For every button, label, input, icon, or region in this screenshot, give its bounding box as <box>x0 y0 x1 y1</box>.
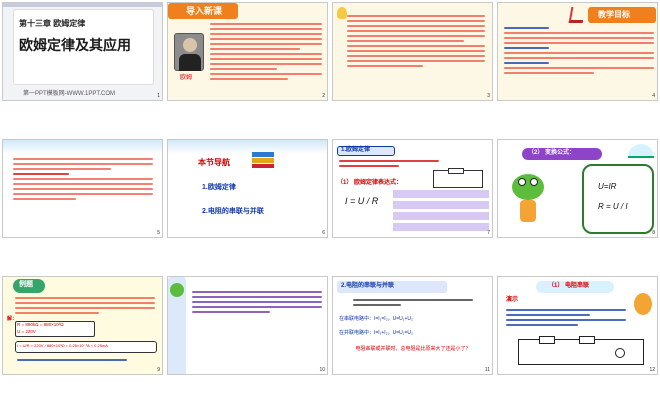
slide-title: 欧姆定律及其应用 <box>19 37 131 53</box>
slide-number: 4 <box>652 93 655 99</box>
nav-item-series-parallel[interactable]: 2.电阻的串联与并联 <box>202 208 264 216</box>
slide-3[interactable]: 3 <box>332 2 493 101</box>
formula-u: U=IR <box>598 182 617 191</box>
slide-8[interactable]: （2） 变换公式： U=IR R = U / I 8 <box>497 139 658 238</box>
body-text-lines <box>210 23 322 83</box>
nav-item-ohms-law[interactable]: 1.欧姆定律 <box>202 184 236 192</box>
books-icon <box>252 152 274 168</box>
circuit-diagram <box>518 336 644 365</box>
footer-text: 第一PPT模板网-WWW.1PPT.COM <box>23 91 115 97</box>
slide-number: 8 <box>652 230 655 236</box>
given-resistance: R = 880kΩ = 880×10³Ω <box>17 322 64 327</box>
solution-formula: I = U/R = 220V / 880×10³Ω = 0.25×10⁻³A =… <box>17 343 108 348</box>
slide-heading: 本节导航 <box>198 158 230 167</box>
slide-number: 3 <box>487 93 490 99</box>
formula-heading: （1） 欧姆定律表达式： <box>337 180 403 186</box>
portrait-image <box>174 33 204 71</box>
slide-number: 11 <box>484 367 490 373</box>
body-text-lines <box>339 160 439 170</box>
section-heading: 1.欧姆定律 <box>341 147 371 153</box>
slide-number: 6 <box>322 230 325 236</box>
slide-7[interactable]: 1.欧姆定律 （1） 欧姆定律表达式： I = U / R 7 <box>332 139 493 238</box>
slide-heading: 导入新课 <box>186 6 223 16</box>
slide-9[interactable]: 例题 解： R = 880kΩ = 880×10³Ω U = 220V I = … <box>2 276 163 375</box>
section-heading: （2） 变换公式： <box>528 150 576 156</box>
slide-6[interactable]: 本节导航 1.欧姆定律 2.电阻的串联与并联 6 <box>167 139 328 238</box>
body-text-lines <box>13 158 153 203</box>
given-voltage: U = 220V <box>17 329 36 334</box>
slide-1[interactable]: 第十三章 欧姆定律 欧姆定律及其应用 第一PPT模板网-WWW.1PPT.COM… <box>2 2 163 101</box>
formula-r: R = U / I <box>598 202 628 211</box>
cartoon-icon <box>634 293 652 315</box>
example-badge-label: 例题 <box>19 281 33 288</box>
slide-4[interactable]: 教学目标 4 <box>497 2 658 101</box>
slide-heading: 教学目标 <box>598 10 630 19</box>
ohms-law-formula: I = U / R <box>345 196 379 206</box>
section-heading: （1） 电阻串联 <box>548 283 590 289</box>
slide-5[interactable]: 5 <box>2 139 163 238</box>
section-heading: 2.电阻的串联与并联 <box>341 283 395 289</box>
slide-12[interactable]: （1） 电阻串联 演示 12 <box>497 276 658 375</box>
formula-legend <box>393 190 489 234</box>
slide-number: 10 <box>319 367 325 373</box>
note-lines <box>17 359 127 364</box>
question-text: 电阻串联或并联时，总电阻是比原来大了还是小了？ <box>355 346 471 352</box>
parallel-rule: 在并联电路中：I=I₁+I₂，U=U₁=U₂ <box>339 330 413 336</box>
slide-number: 1 <box>157 93 160 99</box>
portrait-caption: 欧姆 <box>180 75 193 81</box>
slide-number: 7 <box>487 230 490 236</box>
circuit-diagram <box>433 168 483 188</box>
body-text-lines <box>504 27 654 77</box>
umbrella-icon <box>628 144 654 158</box>
body-text-lines <box>15 297 155 317</box>
body-text-lines <box>353 299 473 309</box>
slide-11[interactable]: 2.电阻的串联与并联 在串联电路中：I=I₁=I₂，U=U₁+U₂ 在并联电路中… <box>332 276 493 375</box>
slide-2[interactable]: 导入新课 欧姆 2 <box>167 2 328 101</box>
cartoon-icon <box>337 7 347 19</box>
slide-number: 9 <box>157 367 160 373</box>
cartoon-frog-image <box>508 170 548 230</box>
slide-number: 5 <box>157 230 160 236</box>
series-rule: 在串联电路中：I=I₁=I₂，U=U₁+U₂ <box>339 316 413 322</box>
slide-10[interactable]: 10 <box>167 276 328 375</box>
slide-number: 12 <box>649 367 655 373</box>
chapter-label: 第十三章 欧姆定律 <box>19 19 86 28</box>
body-text-lines <box>192 291 322 316</box>
formula-box <box>582 164 654 234</box>
slide-number: 2 <box>322 93 325 99</box>
body-text-lines <box>506 309 626 329</box>
cartoon-icon <box>170 283 184 297</box>
demo-label: 演示 <box>506 297 519 303</box>
book-icon <box>568 7 586 23</box>
body-text-lines <box>347 15 485 70</box>
